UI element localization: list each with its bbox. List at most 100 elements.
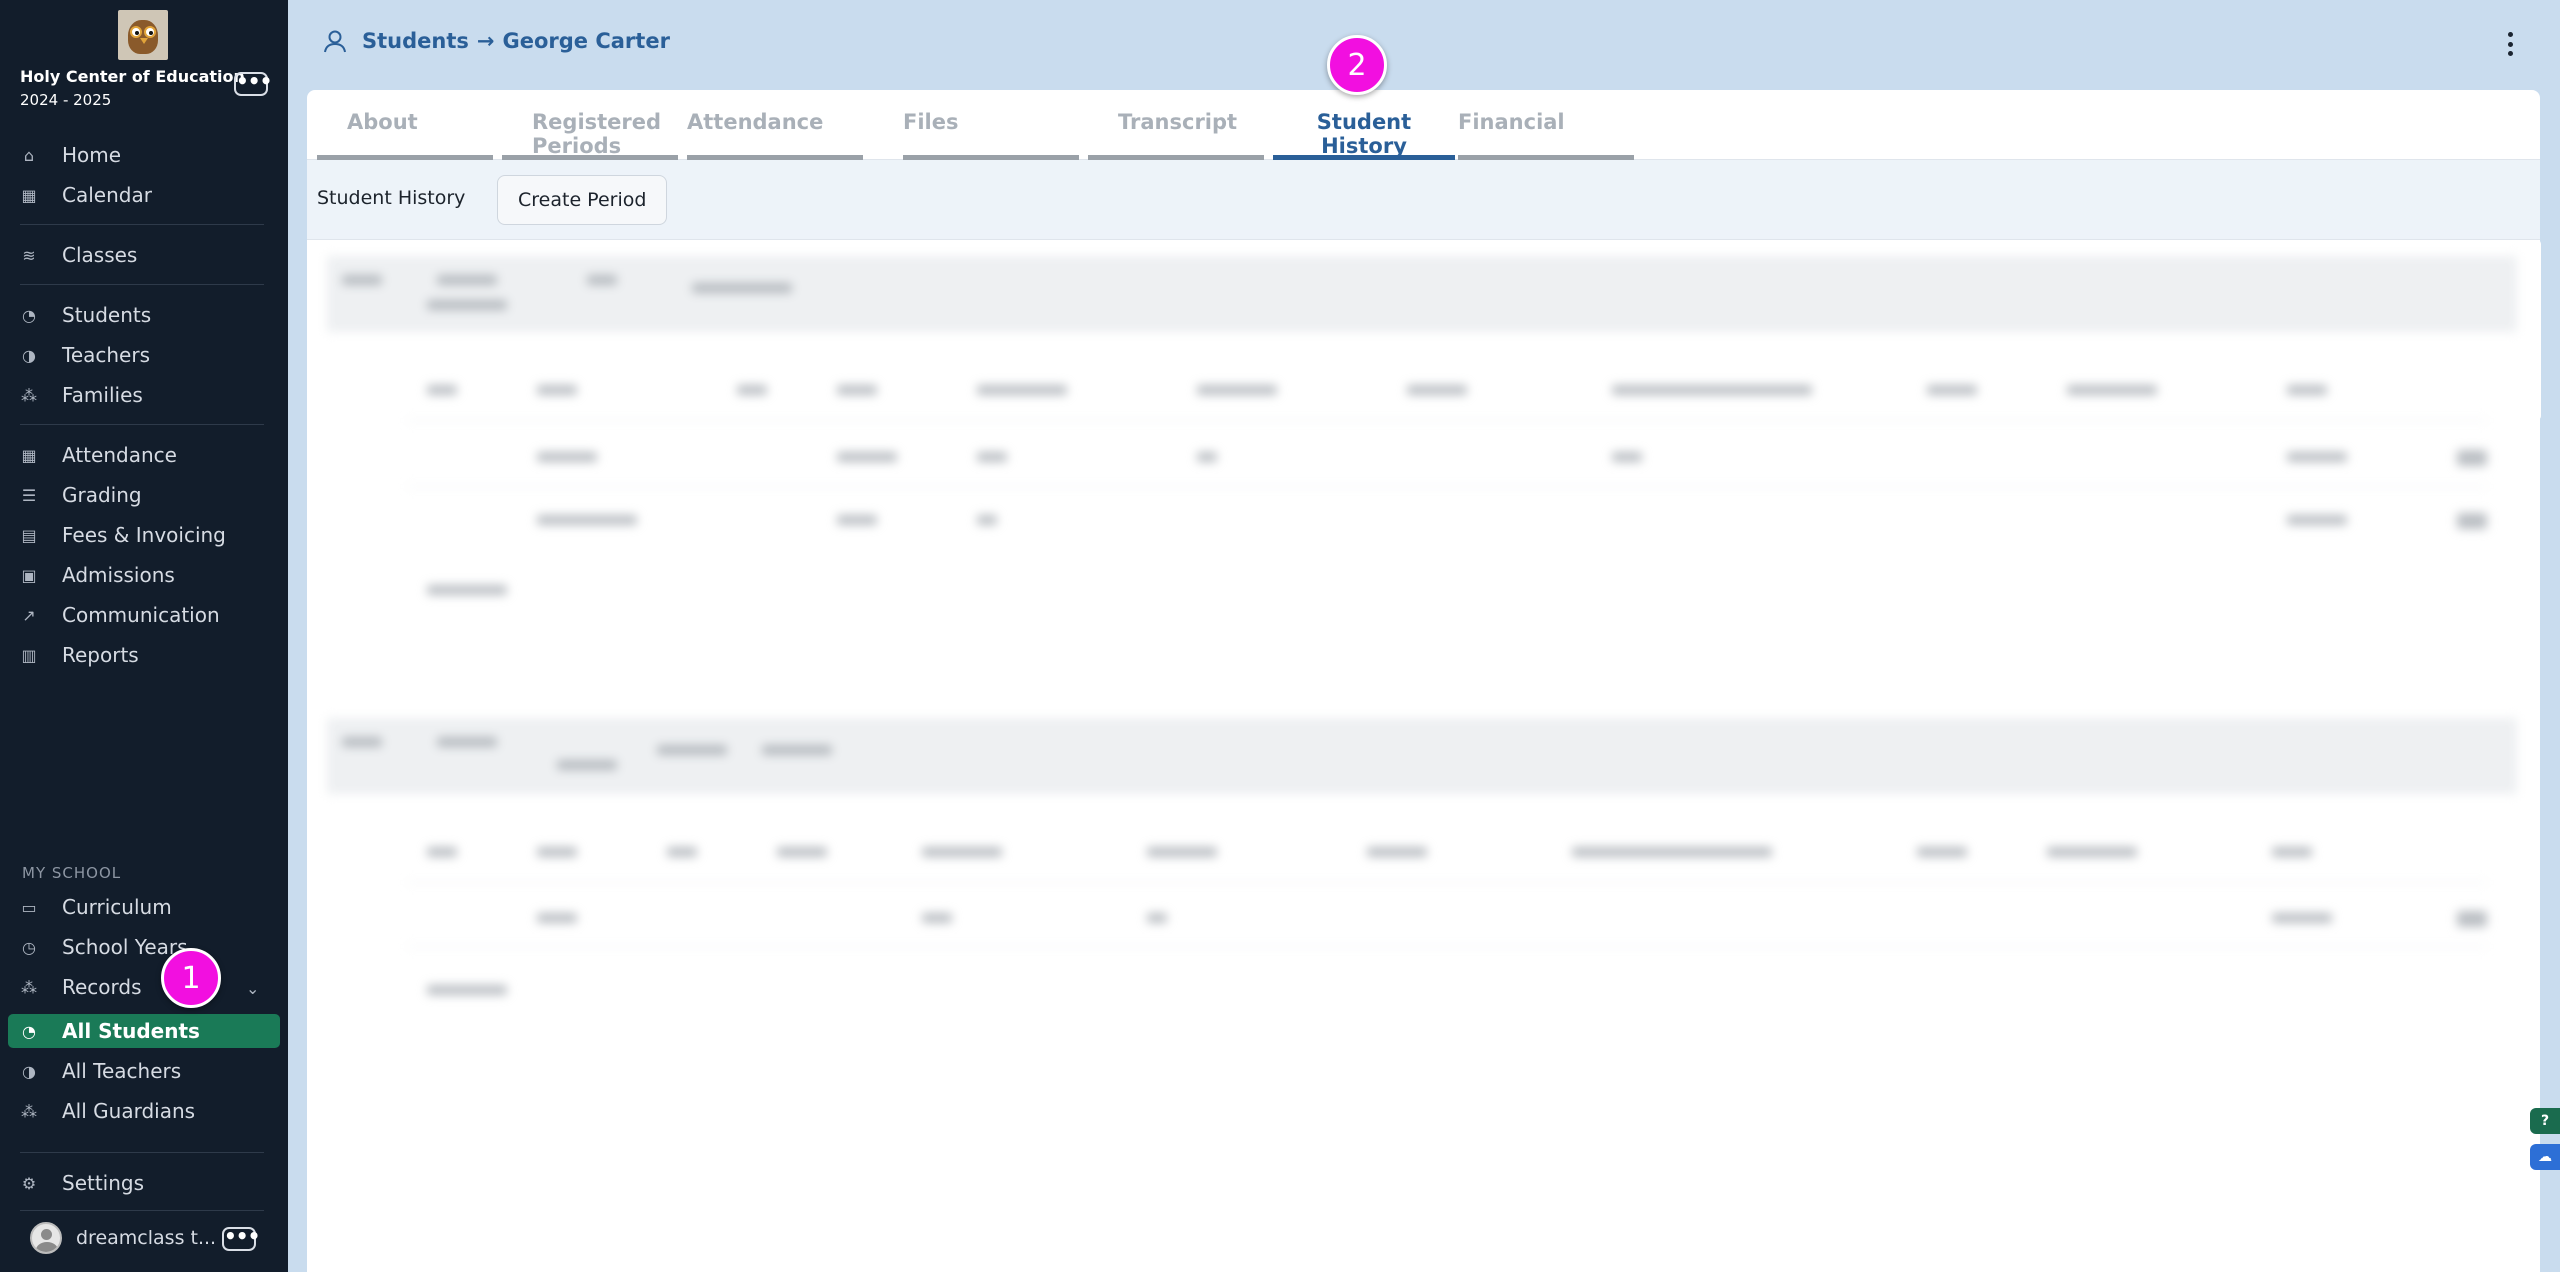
placeholder-text	[2287, 515, 2347, 525]
tab-financial[interactable]: Financial	[1458, 90, 1634, 160]
placeholder-text	[342, 737, 382, 747]
sidebar-item-all-guardians[interactable]: ⁂ All Guardians	[20, 1096, 195, 1126]
placeholder-text	[837, 515, 877, 525]
tab-about[interactable]: About	[317, 90, 493, 160]
placeholder-text	[557, 760, 617, 770]
placeholder-text	[667, 847, 697, 857]
sidebar-item-communication[interactable]: ↗ Communication	[20, 600, 220, 630]
sidebar-item-reports[interactable]: ▥ Reports	[20, 640, 138, 670]
scrollbar-thumb[interactable]	[2531, 240, 2541, 420]
sidebar-item-all-teachers[interactable]: ◑ All Teachers	[20, 1056, 181, 1086]
placeholder-text	[977, 385, 1067, 395]
breadcrumb-student-name: George Carter	[502, 29, 670, 53]
placeholder-row-divider	[407, 420, 2487, 421]
sidebar-item-label: School Years	[62, 935, 188, 959]
placeholder-text	[2457, 450, 2487, 466]
placeholder-text	[342, 275, 382, 285]
placeholder-row-divider	[407, 882, 2487, 883]
avatar	[30, 1222, 62, 1254]
more-options-icon[interactable]	[2500, 28, 2520, 60]
sidebar-item-teachers[interactable]: ◑ Teachers	[20, 340, 150, 370]
tab-student-history[interactable]: Student History	[1273, 90, 1455, 160]
help-widget-icon[interactable]: ?	[2530, 1108, 2560, 1134]
placeholder-text	[922, 913, 952, 923]
reports-icon: ▥	[21, 645, 37, 665]
school-year: 2024 - 2025	[20, 91, 112, 109]
breadcrumb: Students → George Carter	[322, 28, 670, 54]
sidebar-item-label: Records	[62, 975, 142, 999]
placeholder-text	[657, 745, 727, 755]
placeholder-text	[2047, 847, 2137, 857]
calendar-icon: ▦	[21, 185, 37, 205]
placeholder-text	[922, 847, 1002, 857]
sidebar-item-label: All Guardians	[62, 1099, 196, 1123]
create-period-button[interactable]: Create Period	[497, 175, 668, 225]
sidebar-item-label: Communication	[62, 603, 220, 627]
tab-transcript[interactable]: Transcript	[1088, 90, 1264, 160]
placeholder-text	[427, 585, 507, 595]
records-icon: ⁂	[21, 977, 37, 997]
school-name: Holy Center of Education	[20, 67, 245, 86]
tab-files[interactable]: Files	[903, 90, 1079, 160]
tab-attendance[interactable]: Attendance	[687, 90, 863, 160]
placeholder-text	[1197, 385, 1277, 395]
placeholder-text	[427, 300, 507, 310]
sidebar-item-admissions[interactable]: ▣ Admissions	[20, 560, 174, 590]
tab-bar: About Registered Periods Attendance File…	[307, 90, 2540, 160]
sidebar-item-students[interactable]: ◔ Students	[20, 300, 151, 330]
period-header-placeholder	[327, 256, 2517, 332]
sidebar-item-families[interactable]: ⁂ Families	[20, 380, 143, 410]
sidebar-item-label: All Teachers	[62, 1059, 182, 1083]
sidebar-item-calendar[interactable]: ▦ Calendar	[20, 180, 152, 210]
annotation-badge-1: 1	[161, 948, 221, 1008]
placeholder-text	[2287, 452, 2347, 462]
student-icon: ◔	[22, 305, 36, 325]
sidebar-item-school-years[interactable]: ◷ School Years	[20, 932, 188, 962]
placeholder-text	[537, 847, 577, 857]
school-logo[interactable]	[118, 10, 168, 60]
placeholder-text	[1612, 385, 1812, 395]
placeholder-text	[1917, 847, 1967, 857]
placeholder-text	[427, 847, 457, 857]
sidebar-item-classes[interactable]: ≋ Classes	[20, 240, 137, 270]
sidebar-item-settings[interactable]: ⚙ Settings	[20, 1168, 144, 1198]
user-name: dreamclass t...	[76, 1227, 217, 1249]
sidebar-item-fees[interactable]: ▤ Fees & Invoicing	[20, 520, 226, 550]
placeholder-text	[2287, 385, 2327, 395]
period-header-placeholder	[327, 718, 2517, 794]
sidebar: Holy Center of Education 2024 - 2025 •••…	[0, 0, 288, 1272]
placeholder-text	[1147, 913, 1167, 923]
sidebar-item-attendance[interactable]: ▦ Attendance	[20, 440, 176, 470]
clock-icon: ◷	[22, 937, 36, 957]
placeholder-text	[777, 847, 827, 857]
sidebar-item-curriculum[interactable]: ▭ Curriculum	[20, 892, 171, 922]
sidebar-item-records[interactable]: ⁂ Records	[20, 972, 142, 1002]
placeholder-text	[837, 385, 877, 395]
tab-registered-periods[interactable]: Registered Periods	[502, 90, 678, 160]
sidebar-item-grading[interactable]: ☰ Grading	[20, 480, 142, 510]
sidebar-item-label: Classes	[62, 243, 138, 267]
toolbar-title: Student History	[317, 187, 466, 209]
placeholder-text	[1572, 847, 1772, 857]
sidebar-item-all-students[interactable]: ◔ All Students	[20, 1016, 200, 1046]
sidebar-item-label: Home	[62, 143, 122, 167]
placeholder-text	[1927, 385, 1977, 395]
sidebar-item-label: Families	[62, 383, 143, 407]
annotation-badge-2: 2	[1327, 35, 1387, 95]
sidebar-divider	[20, 1210, 264, 1211]
chevron-down-icon[interactable]: ⌄	[246, 979, 259, 998]
sidebar-item-label: Fees & Invoicing	[62, 523, 226, 547]
admissions-icon: ▣	[21, 565, 37, 585]
families-icon: ⁂	[21, 385, 37, 405]
user-profile[interactable]: dreamclass t...	[30, 1222, 216, 1254]
placeholder-text	[2457, 513, 2487, 529]
sidebar-item-home[interactable]: ⌂ Home	[20, 140, 121, 170]
chat-widget-icon[interactable]: ☁	[2530, 1144, 2560, 1170]
breadcrumb-students-link[interactable]: Students	[362, 29, 469, 53]
placeholder-text	[437, 275, 497, 285]
sidebar-divider	[20, 1152, 264, 1153]
communication-icon: ↗	[22, 605, 36, 625]
sidebar-item-label: Teachers	[62, 343, 150, 367]
school-menu-button[interactable]: •••	[234, 71, 272, 96]
user-menu-button[interactable]: •••	[222, 1226, 260, 1251]
